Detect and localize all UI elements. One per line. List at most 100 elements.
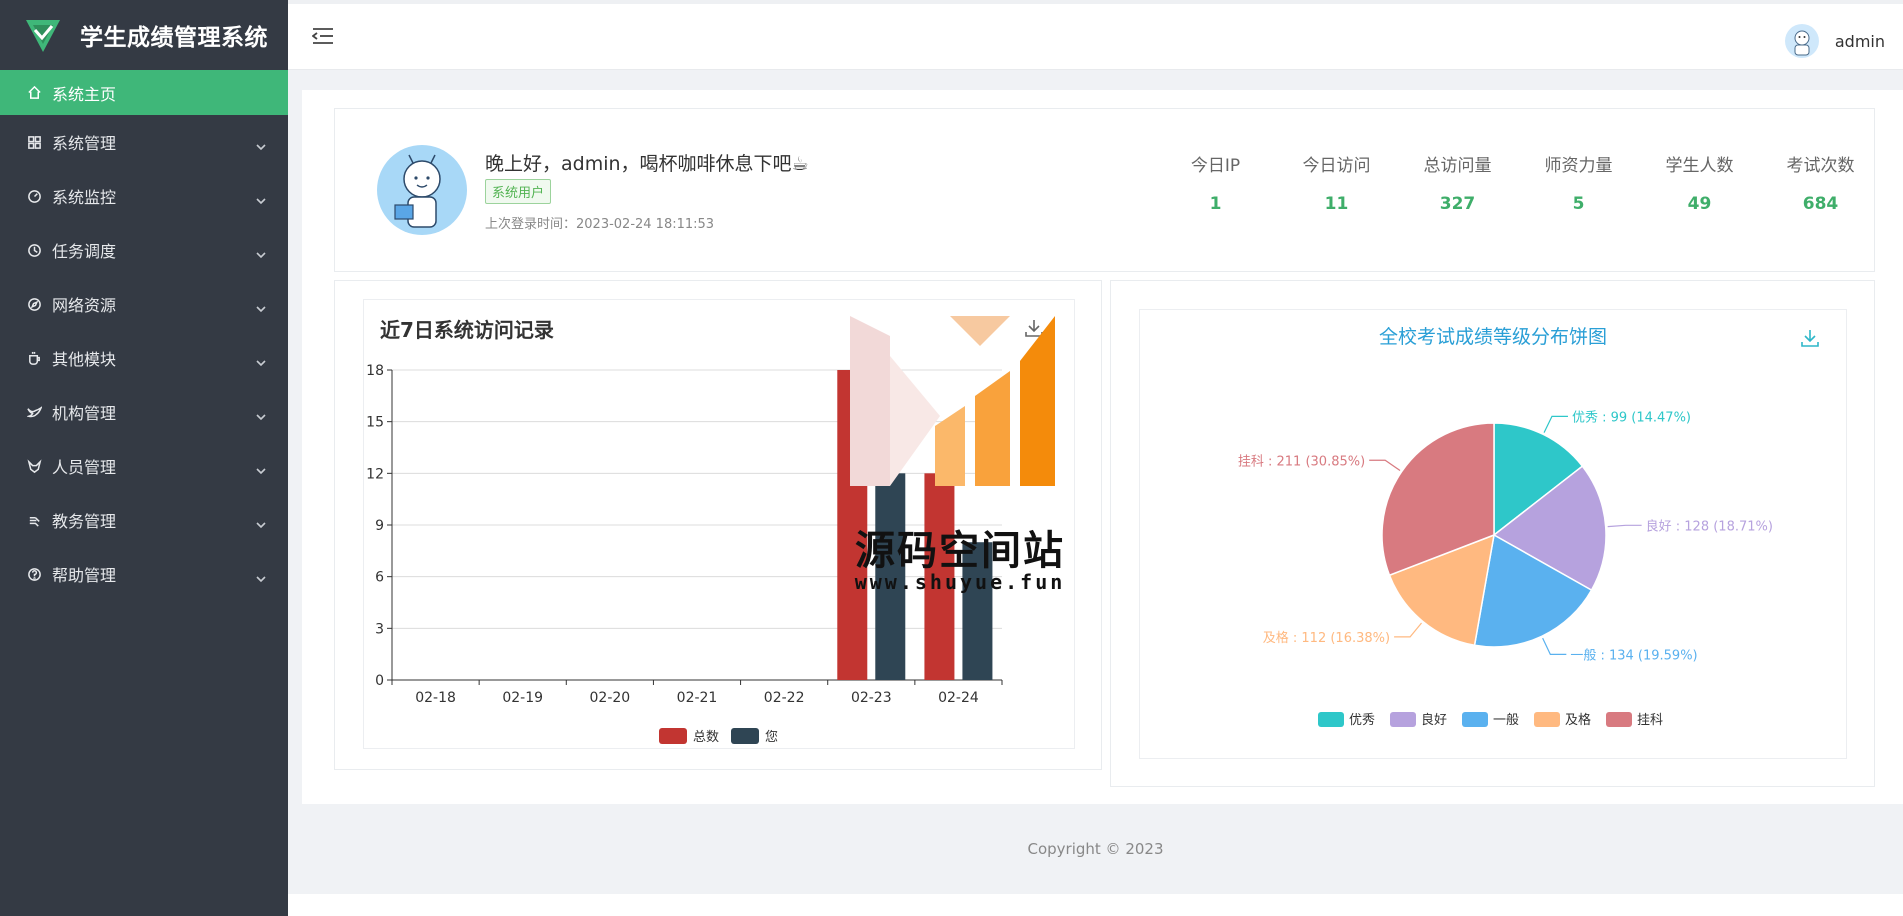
- sidebar-item-label: 帮助管理: [52, 566, 117, 585]
- stat-label: 学生人数: [1665, 156, 1734, 176]
- logo-icon: [26, 20, 60, 52]
- cup-icon: [26, 350, 42, 366]
- chevron-down-icon: [256, 353, 266, 367]
- y-tick-label: 0: [375, 673, 384, 689]
- chevron-down-icon: [256, 569, 266, 583]
- fox-icon: [26, 458, 42, 474]
- pie-label: 良好 : 128 (18.71%): [1646, 518, 1773, 534]
- pie-label-line: [1369, 459, 1401, 471]
- y-tick-label: 18: [366, 363, 384, 379]
- x-tick-label: 02-21: [677, 690, 718, 706]
- greeting-text: 晚上好，admin，喝杯咖啡休息下吧☕: [485, 153, 809, 175]
- legend-swatch[interactable]: [1318, 712, 1344, 727]
- sidebar-item-4[interactable]: 网络资源: [0, 277, 288, 331]
- sidebar-toggle-icon[interactable]: [311, 26, 334, 46]
- legend-label[interactable]: 优秀: [1349, 713, 1375, 728]
- x-tick-label: 02-23: [851, 690, 892, 706]
- legend-label[interactable]: 一般: [1493, 712, 1519, 728]
- top-header: admin: [288, 0, 1903, 70]
- x-tick-label: 02-24: [938, 690, 979, 706]
- x-tick-label: 02-20: [590, 690, 631, 706]
- chevron-down-icon: [256, 137, 266, 151]
- footer: Copyright © 2023: [288, 804, 1903, 894]
- y-tick-label: 3: [375, 621, 384, 637]
- sidebar-item-8[interactable]: 教务管理: [0, 493, 288, 547]
- sidebar-item-3[interactable]: 任务调度: [0, 223, 288, 277]
- compass-icon: [26, 296, 42, 312]
- stat-item: 学生人数 49: [1639, 151, 1760, 214]
- pie-label-line: [1607, 524, 1642, 528]
- y-tick-label: 12: [366, 466, 384, 482]
- visit-chart-container: 近7日系统访问记录 0 3 6 9 12 15 18 02-18 02-19 02-20 02-21…: [363, 299, 1075, 749]
- dashboard-icon: [26, 188, 42, 204]
- legend-label[interactable]: 您: [765, 729, 778, 745]
- app-title: 学生成绩管理系统: [80, 25, 268, 51]
- brand: 学生成绩管理系统: [0, 0, 288, 70]
- bar-总数-02-24[interactable]: [924, 473, 955, 680]
- x-tick-label: 02-22: [764, 690, 805, 706]
- sidebar-item-label: 其他模块: [52, 350, 117, 369]
- bar-您-02-24[interactable]: [962, 542, 993, 680]
- legend-swatch[interactable]: [1534, 712, 1560, 727]
- stat-item: 今日访问 11: [1276, 151, 1397, 214]
- grid-icon: [26, 134, 42, 150]
- avatar: [1784, 24, 1819, 58]
- stat-value: 684: [1802, 194, 1839, 214]
- legend-swatch[interactable]: [659, 728, 687, 744]
- bottom-strip: [288, 894, 1903, 916]
- stat-value: 5: [1572, 194, 1585, 214]
- x-tick-label: 02-18: [415, 690, 456, 706]
- pie-label-line: [1394, 622, 1422, 638]
- stat-value: 11: [1324, 194, 1349, 214]
- sidebar-item-label: 教务管理: [52, 512, 117, 531]
- home-icon: [26, 85, 42, 101]
- y-tick-label: 6: [375, 570, 384, 586]
- chevron-down-icon: [256, 407, 266, 421]
- chevron-down-icon: [256, 461, 266, 475]
- legend-label[interactable]: 及格: [1565, 712, 1591, 728]
- legend-swatch[interactable]: [1606, 712, 1632, 727]
- sidebar-item-label: 网络资源: [52, 296, 117, 315]
- sidebar-item-6[interactable]: 机构管理: [0, 385, 288, 439]
- sidebar-item-5[interactable]: 其他模块: [0, 331, 288, 385]
- user-menu[interactable]: admin: [1784, 24, 1885, 58]
- main-content: 晚上好，admin，喝杯咖啡休息下吧☕ 系统用户 上次登录时间：2023-02-…: [302, 90, 1903, 804]
- pie-chart: 优秀 : 99 (14.47%) 良好 : 128 (18.71%) 一般 : 13…: [1238, 410, 1773, 728]
- sidebar-item-0[interactable]: 系统主页: [0, 70, 288, 115]
- legend-label[interactable]: 良好: [1421, 712, 1447, 728]
- sidebar-menu: 系统主页系统管理 系统监控任务调度网络资源其他模块机构管理 人员管理教务管理帮助管理: [0, 70, 288, 601]
- pie-label: 一般 : 134 (19.59%): [1570, 647, 1697, 663]
- legend-swatch[interactable]: [1390, 712, 1416, 727]
- stat-item: 总访问量 327: [1397, 151, 1518, 214]
- y-tick-label: 15: [366, 415, 384, 431]
- sidebar-item-label: 系统主页: [52, 84, 117, 104]
- sidebar-item-2[interactable]: 系统监控: [0, 169, 288, 223]
- legend-label[interactable]: 挂科: [1637, 713, 1663, 728]
- bar-chart: 0 3 6 9 12 15 18 02-18 02-19 02-20 02-21 02-22 02-23…: [366, 363, 1003, 745]
- welcome-card: 晚上好，admin，喝杯咖啡休息下吧☕ 系统用户 上次登录时间：2023-02-…: [334, 108, 1875, 272]
- bar-总数-02-23[interactable]: [837, 370, 868, 680]
- pie-label-line: [1542, 637, 1567, 655]
- stat-item: 今日IP 1: [1155, 151, 1276, 214]
- hand-icon: [26, 512, 42, 528]
- role-badge: 系统用户: [485, 179, 552, 204]
- sidebar-item-9[interactable]: 帮助管理: [0, 547, 288, 601]
- chevron-down-icon: [256, 245, 266, 259]
- sidebar: 学生成绩管理系统 系统主页系统管理 系统监控任务调度网络资源其他模块机构管理 人员管…: [0, 0, 288, 916]
- question-icon: [26, 566, 42, 582]
- bar-您-02-23[interactable]: [875, 473, 906, 680]
- sidebar-item-7[interactable]: 人员管理: [0, 439, 288, 493]
- user-name: admin: [1834, 31, 1885, 51]
- legend-label[interactable]: 总数: [693, 730, 719, 745]
- sidebar-item-1[interactable]: 系统管理: [0, 115, 288, 169]
- grade-chart-container: 全校考试成绩等级分布饼图 优秀 : 99 (14.47%) 良好 : 128 (1…: [1139, 309, 1847, 759]
- sidebar-item-label: 任务调度: [52, 242, 117, 261]
- visit-chart-card: 近7日系统访问记录 0 3 6 9 12 15 18 02-18 02-19 02-20 02-21…: [334, 280, 1102, 770]
- x-tick-label: 02-19: [502, 690, 543, 706]
- clock-icon: [26, 242, 42, 258]
- stat-label: 考试次数: [1786, 156, 1855, 176]
- legend-swatch[interactable]: [1462, 712, 1488, 727]
- pie-label: 挂科 : 211 (30.85%): [1238, 454, 1365, 469]
- legend-swatch[interactable]: [731, 728, 759, 744]
- stat-value: 49: [1687, 194, 1712, 214]
